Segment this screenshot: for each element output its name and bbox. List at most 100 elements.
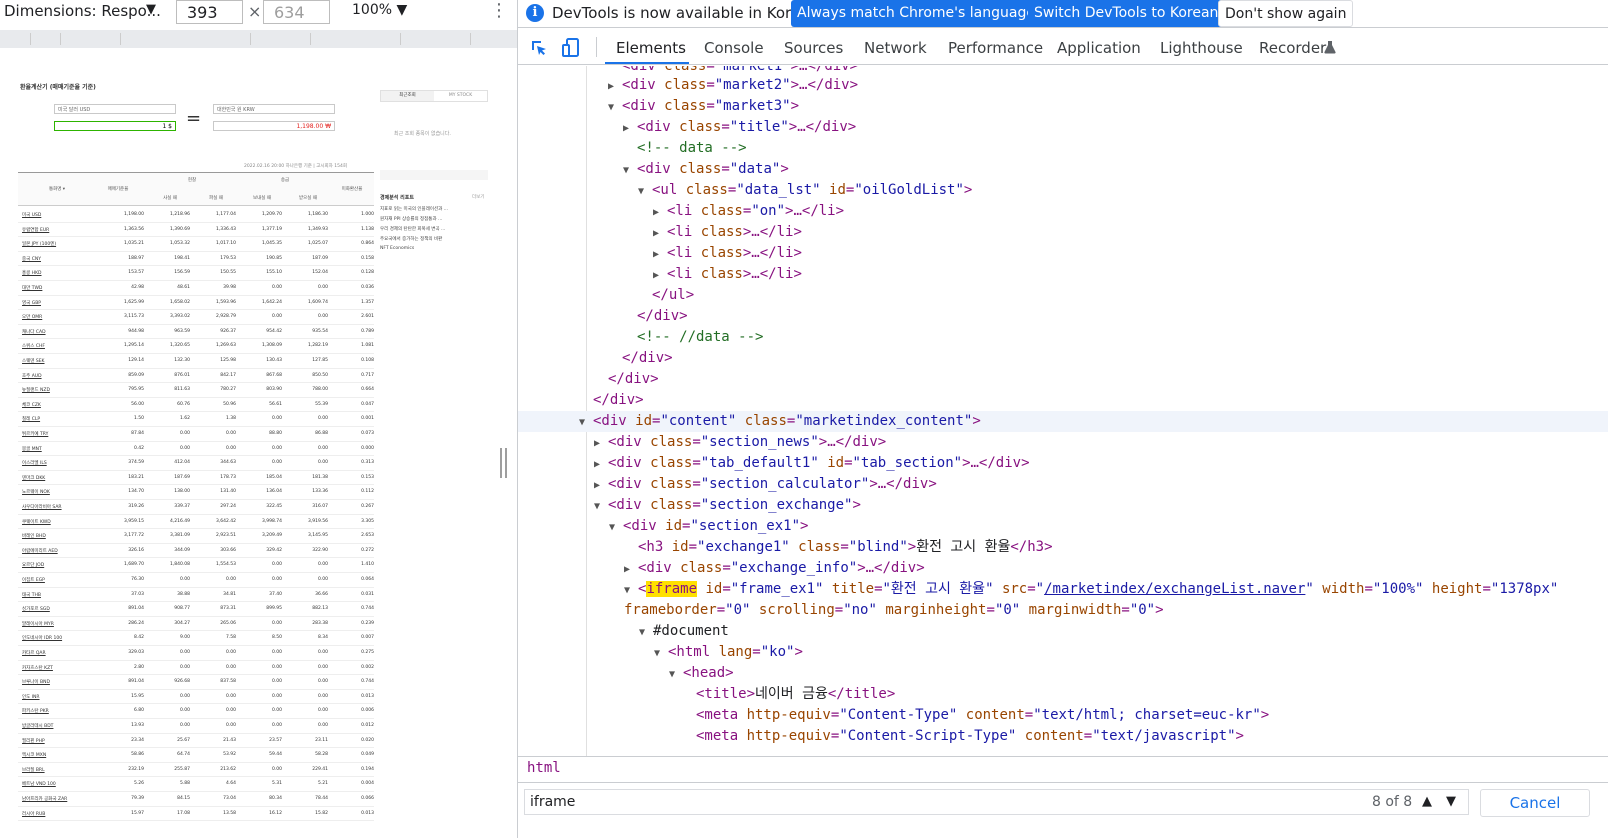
switch-to-korean-button[interactable]: Switch DevTools to Korean [1028,0,1225,27]
collapse-arrow-icon[interactable]: ▼ [608,97,622,118]
dom-close[interactable]: </div> [518,348,1608,369]
currency-link[interactable]: 대만 TWD [22,285,42,291]
dom-node[interactable]: ▶ <li class>…</li> [518,222,1608,243]
collapse-arrow-icon[interactable]: ▼ [654,643,668,664]
currency-link[interactable]: 요르단 JOD [22,562,44,568]
expand-arrow-icon[interactable]: ▶ [653,265,667,286]
currency-link[interactable]: 홍콩 HKD [22,270,42,276]
dom-close[interactable]: </div> [518,390,1608,411]
dom-node[interactable]: ▶ <li class>…</li> [518,264,1608,285]
tab-my-stock[interactable]: MY STOCK [434,91,487,101]
report-item[interactable]: 원자재 PPI 상승률의 정점통과 ... [380,216,442,222]
dimensions-dropdown[interactable]: Dimensions: Respo... [4,2,161,20]
dom-node[interactable]: ▶ <li class="on">…</li> [518,201,1608,222]
currency-link[interactable]: 덴마크 DKK [22,475,45,481]
header-currency[interactable]: 통화명 ▾ [32,186,82,192]
collapse-arrow-icon[interactable]: ▼ [624,580,638,601]
tab-recent[interactable]: 최근조회 [381,91,434,101]
currency-link[interactable]: 튀르키예 TRY [22,431,48,437]
chevron-down-icon[interactable]: ▼ [146,2,156,17]
dom-close[interactable]: </div> [518,369,1608,390]
report-item[interactable]: 우리 경제의 탄탄한 회복세 변곡 ... [380,226,445,232]
expand-arrow-icon[interactable]: ▶ [594,475,608,496]
currency-link[interactable]: 러시아 RUB [22,811,45,817]
currency-link[interactable]: 멕시코 MXN [22,752,46,758]
dom-close[interactable]: </ul> [518,285,1608,306]
currency-link[interactable]: 인도 INR [22,694,40,700]
report-item[interactable]: 주요국에서 증가하는 정책의 비판 [380,236,442,242]
search-input[interactable]: iframe [524,789,1469,815]
currency-link[interactable]: 칠레 CLP [22,416,40,422]
currency-link[interactable]: 태국 THB [22,592,41,598]
dom-node[interactable]: ▶ <div class="section_news">…</div> [518,432,1608,453]
dom-node[interactable]: ▼ <div class="data"> [518,159,1608,180]
dom-node[interactable]: <meta http-equiv="Content-Script-Type" c… [518,726,1608,747]
currency-link[interactable]: 아랍에미리트 AED [22,548,58,554]
always-match-language-button[interactable]: Always match Chrome's language [791,0,1041,27]
expand-arrow-icon[interactable]: ▶ [624,559,638,580]
currency-link[interactable]: 사우디아라비아 SAR [22,504,62,510]
expand-arrow-icon[interactable]: ▶ [623,118,637,139]
dom-node[interactable]: ▼ <ul class="data_lst" id="oilGoldList"> [518,180,1608,201]
height-input[interactable]: 634 [263,0,330,24]
collapse-arrow-icon[interactable]: ▼ [594,496,608,517]
currency-link[interactable]: 유럽연합 EUR [22,227,49,233]
to-currency-select[interactable]: 대한민국 원 KRW [213,104,335,114]
collapse-arrow-icon[interactable]: ▼ [609,517,623,538]
currency-link[interactable]: 노르웨이 NOK [22,489,50,495]
currency-link[interactable]: 브라질 BRL [22,767,45,773]
chevron-down-icon[interactable]: ▼ [1440,791,1462,813]
collapse-arrow-icon[interactable]: ▼ [579,412,593,433]
inspect-element-icon[interactable] [530,39,548,57]
currency-link[interactable]: 캐나다 CAD [22,329,46,335]
collapse-arrow-icon[interactable]: ▼ [669,664,683,685]
currency-link[interactable]: 방글라데시 BDT [22,723,53,729]
dom-node-iframe[interactable]: ▼ <iframe id="frame_ex1" title="환전 고시 환율"… [518,579,1608,600]
dom-node[interactable]: ▶ <div class="title">…</div> [518,117,1608,138]
report-more-link[interactable]: 더보기 [472,194,484,200]
media-query-ruler[interactable] [0,30,517,48]
breadcrumb-html[interactable]: html [527,760,561,776]
cancel-button[interactable]: Cancel [1480,789,1590,817]
currency-link[interactable]: 필리핀 PHP [22,738,45,744]
currency-link[interactable]: 카타르 QAR [22,650,46,656]
dom-node[interactable]: <h3 id="exchange1" class="blind">환전 고시 환… [518,537,1608,558]
currency-link[interactable]: 체코 CZK [22,402,41,408]
dom-node[interactable]: ▼ <div id="section_ex1"> [518,516,1608,537]
collapse-arrow-icon[interactable]: ▼ [639,622,653,643]
from-amount-input[interactable]: 1 $ [54,121,176,131]
currency-link[interactable]: 미국 USD [22,212,41,218]
tab-sources[interactable]: Sources [784,39,843,57]
zoom-dropdown[interactable]: 100% ▼ [352,2,407,18]
expand-arrow-icon[interactable]: ▶ [608,76,622,97]
dom-tree[interactable]: <div class="market1">…</div> ▶ <div class… [518,66,1608,756]
width-input[interactable]: 393 [176,0,243,24]
dom-node[interactable]: ▶ <div class="exchange_info">…</div> [518,558,1608,579]
currency-link[interactable]: 말레이시아 MYR [22,621,54,627]
resize-handle[interactable] [500,448,508,478]
dom-node-iframe-cont[interactable]: frameborder="0" scrolling="no" marginhei… [518,600,1608,621]
currency-link[interactable]: 이스라엘 ILS [22,460,47,466]
currency-link[interactable]: 카자흐스탄 KZT [22,665,53,671]
collapse-arrow-icon[interactable]: ▼ [623,160,637,181]
currency-link[interactable]: 스웨덴 SEK [22,358,45,364]
tab-console[interactable]: Console [704,39,764,57]
dom-node[interactable]: ▶ <li class>…</li> [518,243,1608,264]
dom-comment[interactable]: <!-- data --> [518,138,1608,159]
dom-node[interactable]: ▼ <div class="section_exchange"> [518,495,1608,516]
dom-node[interactable]: ▼ #document [518,621,1608,642]
currency-link[interactable]: 스위스 CHF [22,343,45,349]
dom-node[interactable]: ▶ <div class="market2">…</div> [518,75,1608,96]
currency-link[interactable]: 뉴질랜드 NZD [22,387,50,393]
currency-link[interactable]: 영국 GBP [22,300,41,306]
tab-application[interactable]: Application [1057,39,1141,57]
dom-node-selected[interactable]: ▼ <div id="content" class="marketindex_co… [518,411,1608,432]
dom-node[interactable]: <meta http-equiv="Content-Type" content=… [518,705,1608,726]
currency-link[interactable]: 몽골 MNT [22,446,42,452]
more-options-icon[interactable]: ⋮ [490,0,508,21]
tab-performance[interactable]: Performance [948,39,1043,57]
currency-link[interactable]: 오만 OMR [22,314,42,320]
currency-link[interactable]: 중국 CNY [22,256,41,262]
dom-comment[interactable]: <!-- //data --> [518,327,1608,348]
device-toolbar-icon[interactable] [562,38,580,58]
